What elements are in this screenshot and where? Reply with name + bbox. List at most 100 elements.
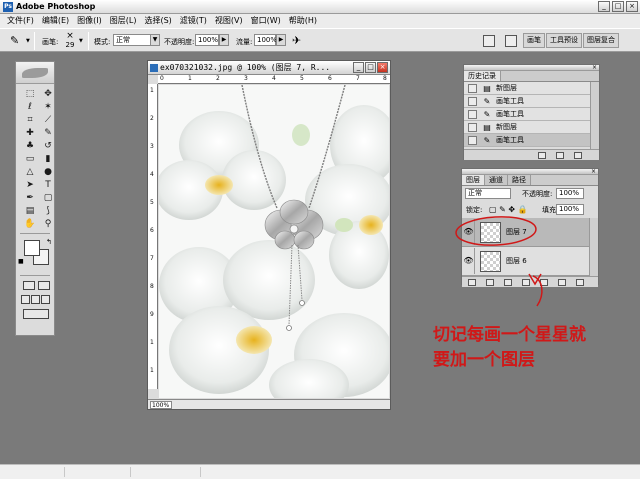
- taskbar-slot[interactable]: [130, 467, 180, 477]
- magic-wand-tool-icon[interactable]: ✶: [41, 102, 55, 113]
- history-row[interactable]: ▤ 新图层: [464, 121, 599, 134]
- history-scrollbar[interactable]: [590, 82, 599, 149]
- menu-select[interactable]: 选择(S): [140, 14, 175, 28]
- chevron-down-icon[interactable]: ▼: [79, 38, 83, 44]
- doc-close-button[interactable]: ×: [377, 62, 388, 73]
- brush-tool-icon[interactable]: ✎: [41, 128, 55, 139]
- palette-header[interactable]: ×: [464, 64, 599, 71]
- swap-colors-icon[interactable]: ↰: [46, 238, 52, 246]
- lasso-tool-icon[interactable]: ℓ: [23, 102, 37, 113]
- chevron-down-icon[interactable]: ▼: [26, 38, 30, 44]
- clone-stamp-tool-icon[interactable]: ♣: [23, 141, 37, 152]
- minimize-button[interactable]: _: [598, 1, 610, 12]
- window-controls: _ □ ×: [598, 1, 638, 12]
- taskbar-slot[interactable]: [64, 467, 114, 477]
- shape-tool-icon[interactable]: ▢: [41, 193, 55, 204]
- menu-image[interactable]: 图像(I): [73, 14, 106, 28]
- eraser-tool-icon[interactable]: ▭: [23, 154, 37, 165]
- history-row-label: 新图层: [496, 84, 517, 92]
- new-document-icon[interactable]: [538, 152, 546, 159]
- type-tool-icon[interactable]: T: [41, 180, 55, 191]
- hand-tool-icon[interactable]: ✋: [23, 219, 37, 230]
- slice-tool-icon[interactable]: ⟋: [41, 115, 55, 126]
- layers-scrollbar[interactable]: [589, 218, 598, 276]
- history-brush-tool-icon[interactable]: ↺: [41, 141, 55, 152]
- history-row[interactable]: ✎ 画笔工具: [464, 134, 599, 147]
- tab-channels[interactable]: 通道: [485, 175, 508, 185]
- zoom-tool-icon[interactable]: ⚲: [41, 219, 55, 230]
- menu-help[interactable]: 帮助(H): [285, 14, 321, 28]
- flow-input[interactable]: 100%: [254, 34, 277, 46]
- imageready-button[interactable]: [16, 304, 54, 321]
- taskbar-slot[interactable]: [200, 467, 250, 477]
- blend-mode-select[interactable]: 正常: [465, 188, 511, 199]
- zoom-level-field[interactable]: 100%: [150, 401, 172, 409]
- dodge-tool-icon[interactable]: ●: [41, 167, 55, 178]
- doc-minimize-button[interactable]: _: [353, 62, 364, 73]
- file-browser-icon[interactable]: [483, 35, 495, 47]
- history-snapshot-checkbox[interactable]: [468, 97, 477, 106]
- menu-window[interactable]: 窗口(W): [247, 14, 285, 28]
- document-title-bar[interactable]: ex070321032.jpg @ 100% (图层 7, R... _ □ ×: [148, 61, 390, 75]
- close-icon[interactable]: ×: [591, 64, 598, 71]
- crop-tool-icon[interactable]: ⌗: [23, 115, 37, 126]
- ruler-number: 8: [150, 283, 154, 290]
- healing-brush-tool-icon[interactable]: ✚: [23, 128, 37, 139]
- menu-edit[interactable]: 编辑(E): [38, 14, 73, 28]
- eyedropper-tool-icon[interactable]: ⟆: [41, 206, 55, 217]
- tab-history[interactable]: 历史记录: [464, 71, 501, 81]
- tab-paths[interactable]: 路径: [508, 175, 531, 185]
- default-colors-icon[interactable]: ■: [18, 258, 24, 265]
- path-selection-tool-icon[interactable]: ➤: [23, 180, 37, 191]
- foreground-color-swatch[interactable]: [24, 240, 40, 256]
- tab-layers[interactable]: 图层: [462, 175, 485, 185]
- brush-preset-picker[interactable]: × 29: [64, 31, 76, 51]
- history-row[interactable]: ✎ 画笔工具: [464, 95, 599, 108]
- pen-tool-icon[interactable]: ✒: [23, 193, 37, 204]
- full-screen-button[interactable]: [41, 295, 50, 304]
- quick-mask-button[interactable]: [38, 281, 50, 290]
- blur-tool-icon[interactable]: △: [23, 167, 37, 178]
- well-tab-layer-comps[interactable]: 图层复合: [583, 33, 619, 48]
- well-tab-brushes[interactable]: 画笔: [523, 33, 545, 48]
- close-button[interactable]: ×: [626, 1, 638, 12]
- palette-well: 画笔 工具预设 图层复合: [523, 33, 620, 48]
- move-tool-icon[interactable]: ✥: [41, 89, 55, 100]
- palette-header[interactable]: ×: [462, 168, 598, 175]
- brush-tool-icon[interactable]: ✎: [10, 35, 24, 47]
- history-row[interactable]: ✎ 画笔工具: [464, 108, 599, 121]
- toolbox-header[interactable]: [16, 62, 54, 84]
- history-snapshot-checkbox[interactable]: [468, 110, 477, 119]
- close-icon[interactable]: ×: [590, 168, 597, 175]
- layer-opacity-input[interactable]: 100%: [556, 188, 584, 199]
- doc-maximize-button[interactable]: □: [365, 62, 376, 73]
- standard-mode-button[interactable]: [23, 281, 35, 290]
- mode-select[interactable]: 正常: [113, 34, 151, 46]
- history-snapshot-checkbox[interactable]: [468, 136, 477, 145]
- horizontal-ruler[interactable]: 0 1 2 3 4 5 6 7 8: [158, 75, 390, 84]
- history-snapshot-checkbox[interactable]: [468, 123, 477, 132]
- gradient-tool-icon[interactable]: ▮: [41, 154, 55, 165]
- menu-view[interactable]: 视图(V): [211, 14, 247, 28]
- full-screen-menu-button[interactable]: [31, 295, 40, 304]
- airbrush-icon[interactable]: ✈: [292, 34, 306, 48]
- menu-filter[interactable]: 滤镜(T): [176, 14, 211, 28]
- history-row[interactable]: ▤ 新图层: [464, 82, 599, 95]
- image-canvas[interactable]: [159, 85, 389, 398]
- chevron-right-icon[interactable]: ▶: [276, 34, 286, 46]
- history-snapshot-checkbox[interactable]: [468, 84, 477, 93]
- palette-toggle-icon[interactable]: [505, 35, 517, 47]
- notes-tool-icon[interactable]: ▤: [23, 206, 37, 217]
- opacity-input[interactable]: 100%: [195, 34, 219, 46]
- standard-screen-button[interactable]: [21, 295, 30, 304]
- trash-icon[interactable]: [574, 152, 582, 159]
- menu-file[interactable]: 文件(F): [3, 14, 38, 28]
- well-tab-tool-presets[interactable]: 工具预设: [546, 33, 582, 48]
- chevron-right-icon[interactable]: ▶: [219, 34, 229, 46]
- maximize-button[interactable]: □: [612, 1, 624, 12]
- snapshot-icon[interactable]: [556, 152, 564, 159]
- menu-layer[interactable]: 图层(L): [106, 14, 141, 28]
- marquee-tool-icon[interactable]: ⬚: [23, 89, 37, 100]
- vertical-ruler[interactable]: 1 2 3 4 5 6 7 8 9 1 1: [148, 84, 158, 389]
- chevron-down-icon[interactable]: ▼: [150, 34, 160, 46]
